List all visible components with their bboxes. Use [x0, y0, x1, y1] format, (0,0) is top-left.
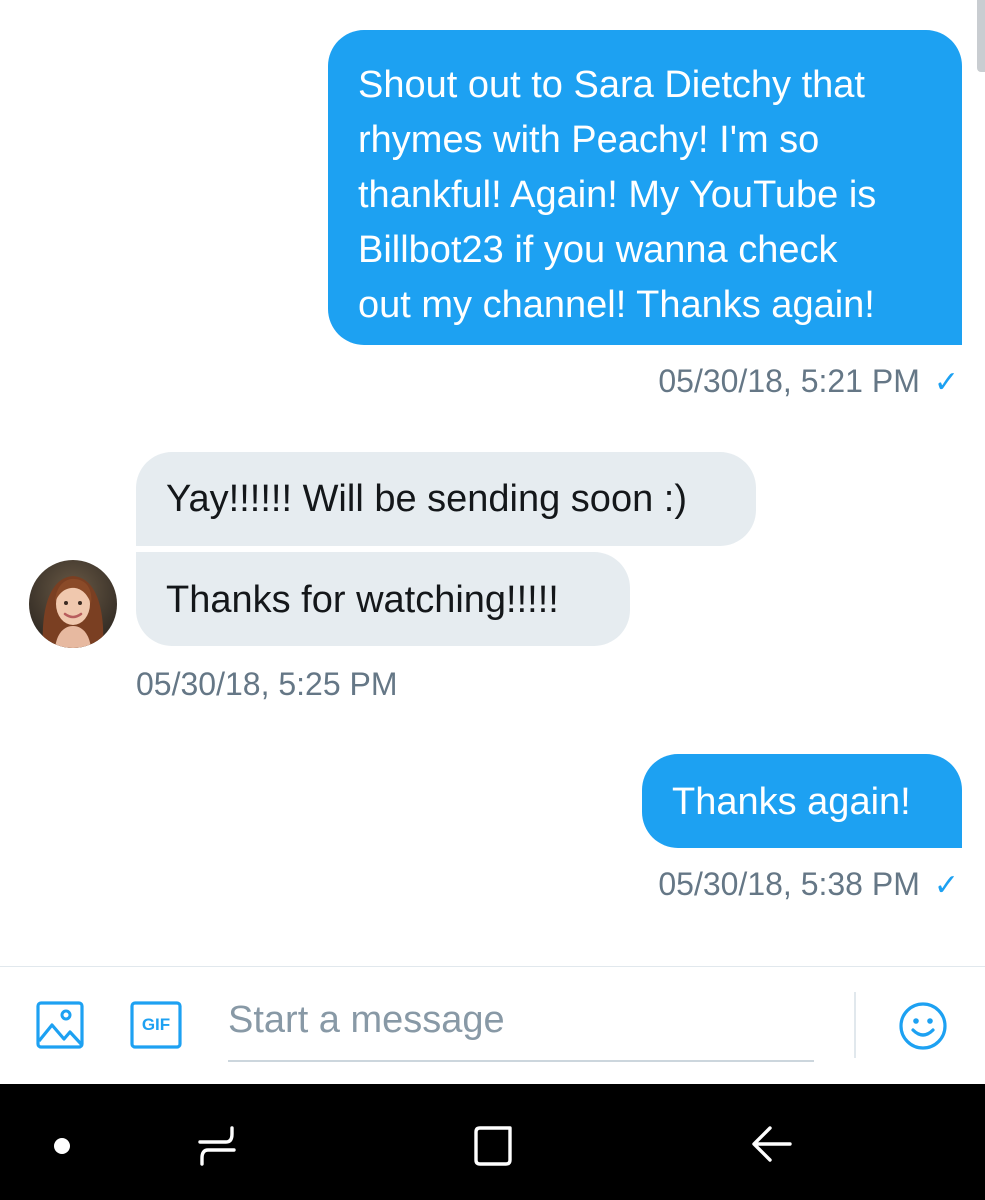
composer-divider-vertical — [854, 992, 856, 1058]
message-line: out my channel! Thanks again! — [358, 284, 875, 326]
message-line: rhymes with Peachy! I'm so — [358, 119, 820, 161]
message-bubble-outgoing[interactable]: Shout out to Sara Dietchy that rhymes wi… — [328, 30, 962, 345]
message-bubble-incoming[interactable]: Yay!!!!!! Will be sending soon :) — [136, 452, 756, 546]
recents-button[interactable] — [194, 1122, 240, 1168]
avatar-photo — [29, 560, 117, 648]
gif-label: GIF — [141, 1015, 171, 1034]
composer-divider — [0, 966, 985, 967]
message-text: Yay!!!!!! Will be sending soon :) — [166, 478, 687, 520]
emoji-icon — [899, 1002, 947, 1050]
message-line: thankful! Again! My YouTube is — [358, 174, 877, 216]
message-timestamp: 05/30/18, 5:38 PM — [658, 866, 920, 902]
image-icon — [36, 1001, 84, 1049]
message-input[interactable] — [228, 994, 814, 1046]
message-meta: 05/30/18, 5:21 PM ✓ — [658, 361, 959, 403]
back-icon — [752, 1126, 792, 1162]
nav-dot-button[interactable] — [48, 1132, 76, 1160]
message-line: Billbot23 if you wanna check — [358, 229, 838, 271]
emoji-button[interactable] — [898, 1001, 948, 1051]
check-icon: ✓ — [933, 869, 959, 902]
message-bubble-outgoing[interactable]: Thanks again! — [642, 754, 962, 848]
message-bubble-incoming[interactable]: Thanks for watching!!!!! — [136, 552, 630, 646]
home-icon — [474, 1126, 512, 1166]
message-timestamp: 05/30/18, 5:25 PM — [136, 666, 398, 702]
message-line: Shout out to Sara Dietchy that — [358, 64, 865, 106]
check-icon: ✓ — [933, 366, 959, 399]
back-button[interactable] — [748, 1122, 794, 1168]
message-timestamp: 05/30/18, 5:21 PM — [658, 363, 920, 399]
add-photo-button[interactable] — [36, 1001, 84, 1049]
input-underline — [228, 1060, 814, 1062]
avatar[interactable] — [29, 560, 117, 648]
scroll-indicator[interactable] — [977, 0, 985, 72]
message-meta: 05/30/18, 5:38 PM ✓ — [658, 864, 959, 906]
message-text: Thanks again! — [672, 781, 911, 823]
home-button[interactable] — [470, 1122, 518, 1170]
message-text: Thanks for watching!!!!! — [166, 579, 559, 621]
recents-icon — [198, 1126, 236, 1166]
system-navigation-bar — [0, 1084, 985, 1200]
gif-button[interactable]: GIF — [130, 1001, 182, 1049]
dot-icon — [54, 1138, 70, 1154]
